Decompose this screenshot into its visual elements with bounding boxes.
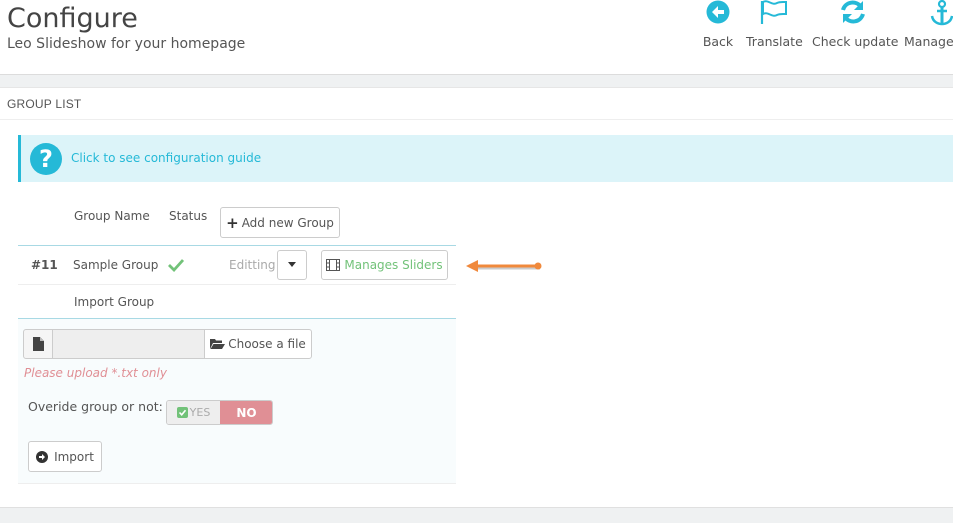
back-label: Back [702, 34, 734, 49]
arrow-circle-right-icon [36, 450, 49, 463]
page-header: Configure Leo Slideshow for your homepag… [0, 0, 953, 75]
question-circle-icon: ? [30, 143, 62, 175]
configuration-guide-alert: ? Click to see configuration guide [18, 135, 953, 182]
manage-sliders-button[interactable]: Manages Sliders [321, 250, 448, 280]
panel-divider [0, 119, 953, 120]
check-square-icon [176, 407, 188, 418]
import-button[interactable]: Import [28, 441, 102, 472]
upload-hint: Please upload *.txt only [24, 366, 167, 380]
page-title: Configure [7, 3, 138, 34]
column-header-group-name: Group Name [74, 209, 150, 223]
table-header-divider [18, 245, 456, 246]
configuration-guide-link[interactable]: Click to see configuration guide [71, 151, 261, 165]
film-icon [326, 259, 341, 271]
group-name: Sample Group [73, 258, 159, 272]
choose-file-label: Choose a file [228, 337, 306, 351]
manage-label: Manage [904, 34, 953, 49]
page-subtitle: Leo Slideshow for your homepage [7, 36, 246, 52]
override-toggle[interactable]: YES NO [166, 400, 273, 425]
row-divider [18, 284, 456, 285]
check-update-label: Check update [812, 34, 899, 49]
group-id: #11 [31, 258, 58, 272]
add-new-group-button[interactable]: + Add new Group [220, 207, 340, 238]
plus-icon: + [226, 213, 239, 232]
check-update-button[interactable]: Check update [812, 0, 899, 60]
add-new-group-label: Add new Group [241, 215, 334, 230]
caret-down-icon [288, 262, 296, 267]
choose-file-button[interactable]: Choose a file [204, 329, 312, 359]
translate-label: Translate [746, 34, 803, 49]
file-addon [23, 329, 53, 359]
toggle-no-option[interactable]: NO [220, 401, 272, 424]
back-button[interactable]: Back [700, 0, 736, 60]
manage-button[interactable]: Manage [904, 0, 953, 60]
file-icon [32, 337, 44, 351]
refresh-icon [841, 0, 865, 24]
column-header-status: Status [169, 209, 208, 223]
annotation-arrow [466, 260, 542, 272]
override-label: Overide group or not: [28, 399, 163, 414]
arrow-left-circle-icon [706, 0, 730, 24]
import-group-title: Import Group [74, 295, 155, 309]
flag-icon [760, 0, 787, 24]
check-icon [168, 259, 184, 272]
panel-heading: GROUP LIST [7, 97, 82, 111]
page-footer-area [0, 508, 953, 523]
action-dropdown-toggle[interactable] [277, 250, 307, 280]
file-path-input[interactable] [53, 329, 205, 359]
translate-button[interactable]: Translate [746, 0, 803, 60]
editing-action-label[interactable]: Editting [229, 258, 276, 272]
manage-sliders-label: Manages Sliders [344, 258, 443, 272]
folder-open-icon [210, 339, 226, 349]
group-list-panel: GROUP LIST ? Click to see configuration … [0, 87, 953, 508]
toggle-yes-option[interactable]: YES [167, 401, 220, 424]
toggle-yes-label: YES [189, 406, 211, 419]
import-label: Import [54, 449, 94, 464]
anchor-icon [930, 0, 953, 26]
